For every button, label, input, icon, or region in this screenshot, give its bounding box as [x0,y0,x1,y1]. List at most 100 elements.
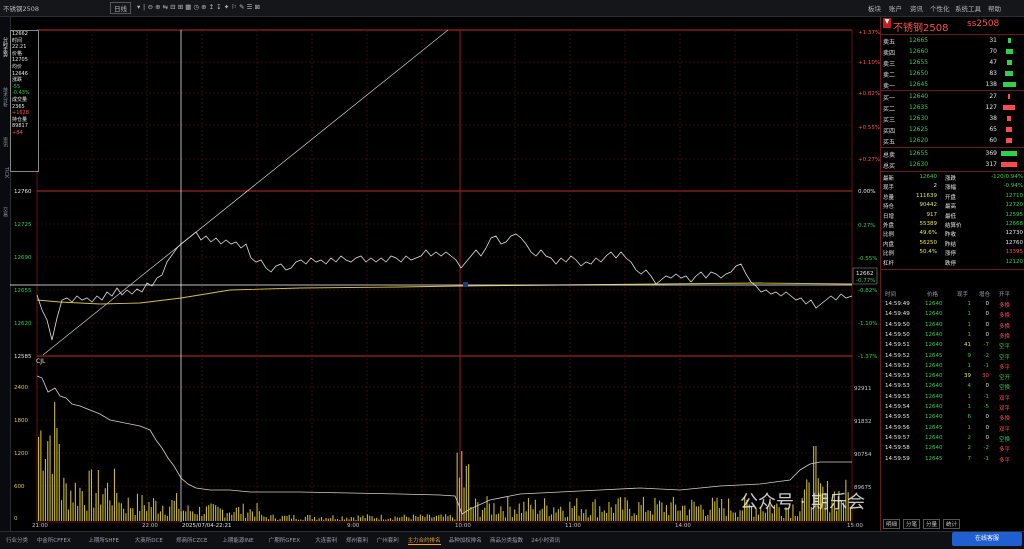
menu-bankuai[interactable]: 板块 [868,3,881,13]
volume-bar [228,512,230,521]
tick-row[interactable]: 14:59:53 12640 1 -1 双平 [881,392,1024,402]
oi-axis-label: 92911 [854,386,872,392]
tick-row[interactable]: 14:59:54 12640 1 -5 双平 [881,402,1024,412]
bid-price[interactable]: 12640 [909,93,928,100]
contract-label[interactable]: 不锈钢2508 [3,3,39,13]
ask-price[interactable]: 12645 [909,81,928,88]
tick-row[interactable]: 14:59:53 12640 39 30 空开 [881,371,1024,381]
quote-tab[interactable]: 明细 [883,519,901,529]
bottom-tab[interactable]: 上期所SHFE [88,536,119,544]
bottom-tab[interactable]: 广期所GFEX [269,536,300,544]
tick-row[interactable]: 14:59:55 12640 6 0 多换 [881,412,1024,422]
period-selector[interactable]: 日线 [110,2,131,14]
quote-panel: ▼ 不锈钢2508 ss2508 卖五 12665 31 卖四 12660 70 卖三 126… [880,17,1024,531]
bottom-tab[interactable]: 品种加权排名 [449,536,482,544]
quote-tab[interactable]: 分笔 [903,519,921,529]
volume-bar [279,519,281,521]
tick-row[interactable]: 14:59:59 12645 7 -1 多平 [881,454,1024,464]
bottom-tab[interactable]: 广州套利 [377,536,399,544]
volume-bar [417,517,419,521]
tick-direction: 多换 [999,416,1011,423]
online-service-button[interactable]: 在线客服 [952,532,1022,546]
volume-bar [233,512,235,521]
volume-bar [288,514,290,521]
tick-time: 14:59:52 [885,352,910,359]
bottom-tab[interactable]: 大商所DCE [135,536,163,544]
ask-price[interactable]: 12665 [909,37,928,44]
volume-bar [272,514,274,521]
bottom-tab[interactable]: 24小时资讯 [531,536,560,544]
tick-row[interactable]: 14:59:57 12640 2 0 空换 [881,433,1024,443]
menu-help[interactable]: 帮助 [988,3,1001,13]
tick-time: 14:59:50 [885,321,910,328]
bottom-tab[interactable]: 郑商所CZCE [176,536,207,544]
tick-time: 14:59:50 [885,331,910,338]
intraday-chart[interactable]: 12760 12725 12690 12655 12620 12585 +1.37% +1.1… [0,17,880,530]
tick-row[interactable]: 14:59:52 12640 1 -1 多平 [881,361,1024,371]
bottom-tab[interactable]: 郑州套利 [346,536,368,544]
bid-price[interactable]: 12625 [909,126,928,133]
selection-icon: ▼ [883,18,891,28]
tick-row[interactable]: 14:59:50 12640 1 0 多换 [881,330,1024,340]
bottom-tab[interactable]: 中金所CFFEX [37,536,71,544]
book-separator [881,90,1024,91]
volume-bar [281,515,283,521]
tick-row[interactable]: 14:59:52 12645 9 -2 空平 [881,351,1024,361]
bottom-tab[interactable]: 商品分类指数 [490,536,523,544]
tick-price: 12640 [925,383,943,390]
info-line: 22:21 [12,44,27,51]
toolbar-icons[interactable]: ▾ ∣ ⊖ ⊕ ⇆ ⊟ ⊞ ▦ ◷ ⊕ ↥ ↧ ✦ ⚐ ✎ ☰ ⊠ [137,3,260,11]
info-line: -55 [12,83,21,90]
volume-bar [698,506,700,521]
menu-gexinghua[interactable]: 个性化 [930,3,950,13]
volume-bar [541,508,543,521]
tick-row[interactable]: 14:59:56 12645 1 0 双平 [881,423,1024,433]
ask-volume: 83 [989,70,997,77]
volume-bar [438,515,440,521]
stats-value: 12710 [1005,192,1024,199]
tick-time: 14:59:55 [885,414,910,421]
menu-zhanghu[interactable]: 账户 [889,3,902,13]
volume-bar [435,515,437,521]
tick-row[interactable]: 14:59:49 12640 1 0 多换 [881,309,1024,319]
volume-bar [270,515,272,521]
bottom-tab[interactable]: 行业分类 [6,536,28,544]
tick-row[interactable]: 14:59:53 12640 4 0 空换 [881,381,1024,391]
volume-bar [293,515,295,521]
tick-row[interactable]: 14:59:58 12640 2 -2 多平 [881,443,1024,453]
ask-price[interactable]: 12660 [909,48,928,55]
ask-row: 卖四 12660 70 [881,47,1024,57]
info-line: 89817 [12,123,28,130]
volume-bar [573,505,575,521]
volume-bar [171,500,173,521]
tick-row[interactable]: 14:59:49 12640 1 0 多换 [881,299,1024,309]
ask-volume: 47 [989,59,997,66]
quote-tab[interactable]: 统计 [943,519,961,529]
bottom-tab[interactable]: 大连套利 [315,536,337,544]
time-axis-label: 10:00 [455,523,471,529]
volume-bar [491,514,493,521]
ask-label: 卖三 [883,61,896,68]
volume-bar [608,501,610,521]
bid-price[interactable]: 12635 [909,104,928,111]
quote-tab[interactable]: 分量 [923,519,941,529]
volume-bar [783,518,785,521]
stats-label: 比例 [883,251,895,258]
volume-bar [123,508,125,521]
bottom-tab[interactable]: 主力合约排名 [407,536,441,545]
ask-price[interactable]: 12655 [909,59,928,66]
volume-bar [348,519,350,521]
menu-zixun[interactable]: 资讯 [910,3,923,13]
bottom-tab[interactable]: 上期能源INE [222,536,253,544]
bid-price[interactable]: 12620 [909,137,928,144]
stats-value: 56250 [919,239,938,246]
tick-row[interactable]: 14:59:51 12640 41 -7 空平 [881,340,1024,350]
volume-bar [79,487,81,521]
tick-oi-change: -1 [983,393,989,400]
menu-system-tools[interactable]: 系统工具 [955,3,981,13]
volume-bar [711,497,713,521]
tick-row[interactable]: 14:59:50 12640 1 0 多换 [881,320,1024,330]
bid-price[interactable]: 12630 [909,115,928,122]
volume-bar [654,497,656,521]
ask-price[interactable]: 12650 [909,70,928,77]
